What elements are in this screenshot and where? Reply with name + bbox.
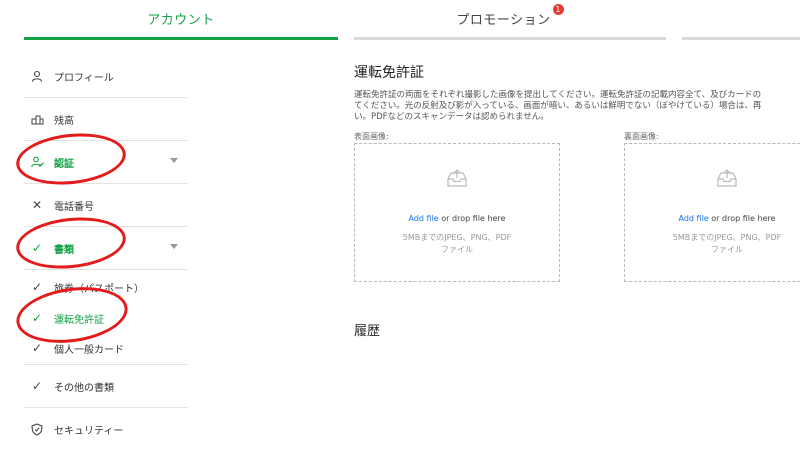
sidebar-item-other-documents[interactable]: ✓ その他の書類 xyxy=(24,365,188,408)
front-image-label: 表面画像: xyxy=(354,132,389,141)
tab-account-underline xyxy=(24,37,338,40)
sidebar-item-profile-label: プロフィール xyxy=(54,72,114,84)
promotion-badge: 1 xyxy=(552,4,564,15)
dropzone-text: Add file or drop file here xyxy=(355,214,559,223)
drop-hint: or drop file here xyxy=(438,214,506,223)
sidebar-item-security-label: セキュリティー xyxy=(54,425,124,437)
tab-promotion-underline xyxy=(354,37,666,40)
shield-icon xyxy=(30,422,44,436)
sidebar-item-other-documents-label: その他の書類 xyxy=(54,382,114,394)
coins-icon xyxy=(30,112,44,126)
tab-account-label: アカウント xyxy=(147,13,215,28)
check-icon: ✓ xyxy=(31,341,43,355)
sidebar-item-balance[interactable]: 残高 xyxy=(24,98,188,141)
top-tabs: アカウント プロモーション1 xyxy=(0,0,800,40)
drop-hint: or drop file here xyxy=(708,214,776,223)
upload-area: 表面画像: Add file or drop file here 5MBまでのJ… xyxy=(354,131,800,291)
check-icon: ✓ xyxy=(31,280,43,294)
dropzone-text: Add file or drop file here xyxy=(625,214,800,223)
back-image-dropzone[interactable]: Add file or drop file here 5MBまでのJPEG、PN… xyxy=(624,143,800,282)
sidebar-item-phone-label: 電話番号 xyxy=(54,201,94,213)
file-limits-line: ファイル xyxy=(711,245,743,254)
chevron-down-icon xyxy=(170,244,178,249)
file-limits: 5MBまでのJPEG、PNG、PDF ファイル xyxy=(625,232,800,256)
sidebar-item-balance-label: 残高 xyxy=(54,115,74,127)
tab-promotion[interactable]: プロモーション1 xyxy=(354,0,666,40)
tab-more[interactable] xyxy=(682,0,800,40)
file-limits-line: 5MBまでのJPEG、PNG、PDF xyxy=(402,233,512,242)
sidebar-item-profile[interactable]: プロフィール xyxy=(24,55,188,98)
description: 運転免許証の両面をそれぞれ撮影した画像を提出してください。運転免許証の記載内容全… xyxy=(354,90,800,123)
file-limits-line: 5MBまでのJPEG、PNG、PDF xyxy=(672,233,782,242)
history-heading: 履歴 xyxy=(354,324,381,339)
user-icon xyxy=(30,69,44,83)
file-limits-line: ファイル xyxy=(441,245,473,254)
back-image-label: 裏面画像: xyxy=(624,132,659,141)
page-title: 運転免許証 xyxy=(354,65,424,81)
description-line: てください。光の反射及び影が入っている、画面が暗い、あるいは鮮明でない（ぼやけて… xyxy=(354,101,762,111)
upload-tray-icon xyxy=(715,166,739,190)
check-icon: ✓ xyxy=(31,379,43,393)
tab-more-underline xyxy=(682,37,800,40)
tab-promotion-label: プロモーション xyxy=(456,13,551,28)
tab-promotion-label-wrap: プロモーション1 xyxy=(354,4,666,28)
description-line: い。PDFなどのスキャンデータは認められません。 xyxy=(354,112,549,122)
add-file-link[interactable]: Add file xyxy=(679,214,709,223)
tab-account[interactable]: アカウント xyxy=(24,0,338,40)
upload-tray-icon xyxy=(445,166,469,190)
chevron-down-icon xyxy=(170,158,178,163)
description-line: 運転免許証の両面をそれぞれ撮影した画像を提出してください。運転免許証の記載内容全… xyxy=(354,90,762,100)
cross-icon: ✕ xyxy=(31,198,43,212)
main-content: 運転免許証 運転免許証の両面をそれぞれ撮影した画像を提出してください。運転免許証… xyxy=(354,62,800,291)
file-limits: 5MBまでのJPEG、PNG、PDF ファイル xyxy=(355,232,559,256)
front-image-dropzone[interactable]: Add file or drop file here 5MBまでのJPEG、PN… xyxy=(354,143,560,282)
add-file-link[interactable]: Add file xyxy=(409,214,439,223)
sidebar-item-security[interactable]: セキュリティー xyxy=(24,408,188,450)
